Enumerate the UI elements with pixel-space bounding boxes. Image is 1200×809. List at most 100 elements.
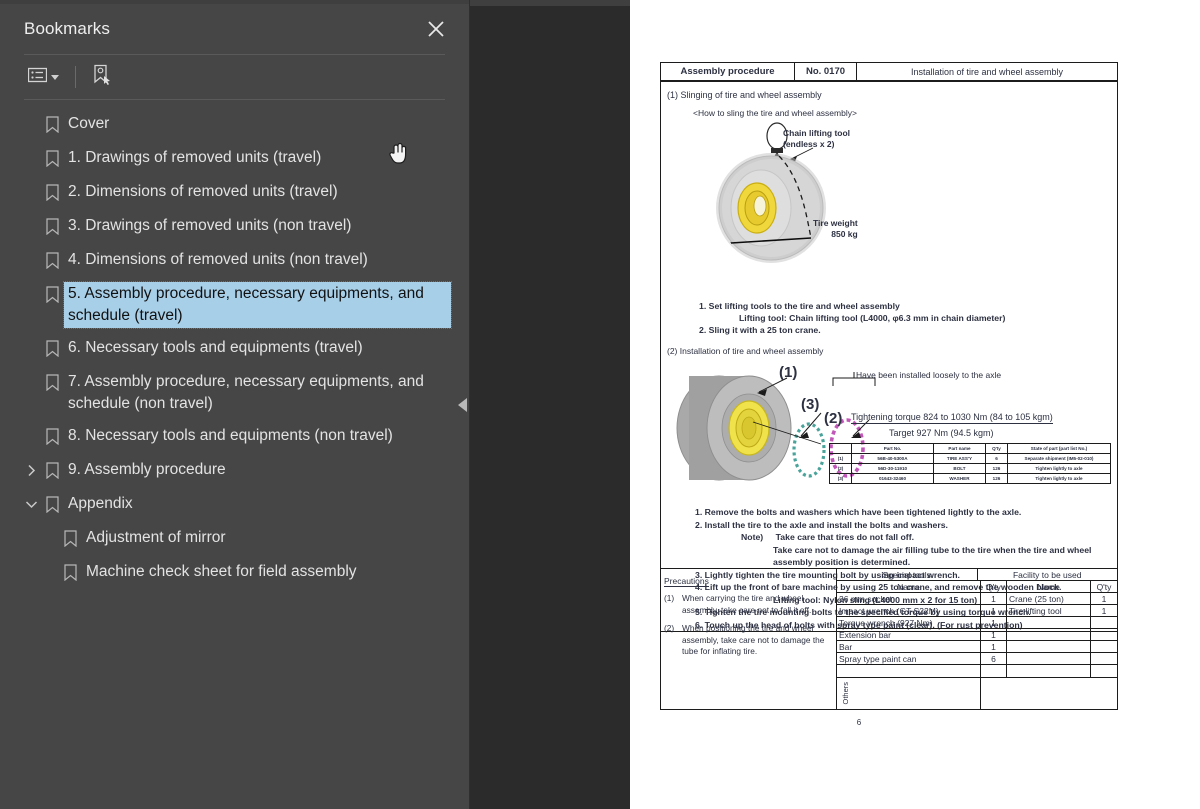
bookmark-label: Machine check sheet for field assembly	[86, 563, 357, 580]
twisty-placeholder	[22, 146, 40, 170]
note-label: Note)	[741, 532, 764, 542]
bookmark-label: 4. Dimensions of removed units (non trav…	[68, 251, 368, 268]
tool-name: Extension bar	[837, 629, 981, 640]
others-label: Others	[841, 682, 850, 705]
bookmark-icon	[40, 248, 64, 272]
parts-cell: 01643-32460	[851, 473, 934, 484]
tools-group-headers: Special tools Facility to be used	[837, 569, 1117, 581]
section-1-title: (1) Slinging of tire and wheel assembly	[667, 90, 822, 100]
facility-name: Tire lifting tool	[1007, 605, 1091, 616]
twisty-placeholder	[22, 370, 40, 394]
bookmark-item[interactable]: 7. Assembly procedure, necessary equipme…	[0, 366, 469, 420]
facility-name: Crane (25 ton)	[1007, 593, 1091, 604]
chevron-down-icon	[51, 74, 59, 80]
parts-cell: (1)	[829, 453, 852, 464]
new-bookmark-button[interactable]	[88, 61, 116, 94]
note-text-3: assembly position is determined.	[773, 557, 911, 567]
facility-name	[1007, 641, 1091, 652]
bookmark-label: Adjustment of mirror	[86, 529, 226, 546]
table-row: Impact wrench (GT-S22M) 1 Tire lifting t…	[837, 605, 1117, 617]
bookmark-item[interactable]: Cover	[0, 108, 469, 142]
bookmark-item[interactable]: 8. Necessary tools and equipments (non t…	[0, 420, 469, 454]
document-header-table: Assembly procedure No. 0170 Installation…	[660, 62, 1118, 82]
bookmark-icon	[40, 282, 64, 306]
facility-qty	[1091, 629, 1117, 640]
bookmark-icon	[40, 370, 64, 394]
bookmark-icon	[40, 112, 64, 136]
tool-qty: 1	[981, 641, 1007, 652]
header-cell-number: No. 0170	[795, 63, 857, 80]
precaution-number: (2)	[664, 623, 675, 633]
bookmark-item[interactable]: Appendix	[0, 488, 469, 522]
tool-name	[837, 665, 981, 677]
torque-target: Target 927 Nm (94.5 kgm)	[889, 428, 994, 438]
bookmark-item[interactable]: 1. Drawings of removed units (travel)	[0, 142, 469, 176]
bookmark-label: 1. Drawings of removed units (travel)	[68, 149, 322, 166]
header-cell-assembly-procedure: Assembly procedure	[661, 63, 795, 80]
parts-cell: (3)	[829, 473, 852, 484]
section-2-title: (2) Installation of tire and wheel assem…	[667, 346, 824, 356]
facility-qty	[1091, 641, 1117, 652]
note-text-1: Take care that tires do not fall off.	[775, 532, 915, 542]
others-row: Others	[837, 677, 1117, 709]
pdf-viewer[interactable]: Assembly procedure No. 0170 Installation…	[470, 0, 1200, 809]
list-options-button[interactable]	[24, 64, 63, 91]
bookmark-label: 9. Assembly procedure	[68, 461, 226, 478]
parts-table: Part No. Part name Q'ty State of part (p…	[829, 443, 1111, 484]
expand-collapsed-icon[interactable]	[22, 458, 40, 482]
tools-facility-section: Special tools Facility to be used Name Q…	[837, 569, 1117, 709]
twisty-placeholder	[22, 424, 40, 448]
twisty-placeholder	[22, 180, 40, 204]
tool-qty: 6	[981, 653, 1007, 664]
document-content: Assembly procedure No. 0170 Installation…	[660, 62, 1118, 632]
parts-cell: 126	[985, 473, 1008, 484]
twisty-placeholder	[40, 526, 58, 550]
precautions-section: Precautions (1) When carrying the tire a…	[661, 569, 837, 709]
bookmark-item[interactable]: 3. Drawings of removed units (non travel…	[0, 210, 469, 244]
bookmark-item[interactable]: Adjustment of mirror	[0, 522, 469, 556]
table-row: Extension bar 1	[837, 629, 1117, 641]
bookmark-icon	[40, 336, 64, 360]
step-1: 1. Remove the bolts and washers which ha…	[695, 507, 1022, 517]
parts-cell: BOLT	[933, 463, 986, 474]
bookmark-item[interactable]: 4. Dimensions of removed units (non trav…	[0, 244, 469, 278]
table-row: 36 mm socket 1 Crane (25 ton) 1	[837, 593, 1117, 605]
precautions-heading: Precautions	[664, 576, 709, 587]
bookmarks-toolbar	[0, 55, 469, 99]
twisty-placeholder	[22, 248, 40, 272]
precaution-number: (1)	[664, 593, 675, 603]
step-2: 2. Install the tire to the axle and inst…	[695, 519, 948, 530]
parts-cell: Tighten lightly to axle	[1007, 473, 1111, 484]
collapse-expanded-icon[interactable]	[22, 492, 40, 516]
parts-cell: 126	[985, 463, 1008, 474]
table-row: Spray type paint can 6	[837, 653, 1117, 665]
tool-name: Spray type paint can	[837, 653, 981, 664]
bookmark-icon	[40, 424, 64, 448]
note-text-2: Take care not to damage the air filling …	[773, 544, 1092, 555]
bookmark-icon	[58, 560, 82, 584]
bookmark-icon	[40, 458, 64, 482]
twisty-placeholder	[22, 112, 40, 136]
special-tools-qty-header: Q'ty	[981, 581, 1007, 592]
precaution-item: (1) When carrying the tire and wheel ass…	[664, 593, 833, 616]
tools-column-headers: Name Q'ty Name Q'ty	[837, 581, 1117, 593]
tools-rows: 36 mm socket 1 Crane (25 ton) 1 Impact w…	[837, 593, 1117, 677]
pdf-page: Assembly procedure No. 0170 Installation…	[630, 0, 1200, 809]
tool-qty: 1	[981, 593, 1007, 604]
tool-name: Bar	[837, 641, 981, 652]
facility-name	[1007, 617, 1091, 628]
twisty-placeholder	[22, 282, 40, 306]
bookmark-item[interactable]: 9. Assembly procedure	[0, 454, 469, 488]
precaution-item: (2) When positioning the tire and wheel …	[664, 623, 833, 658]
close-icon[interactable]	[423, 16, 449, 42]
bookmark-label: 3. Drawings of removed units (non travel…	[68, 217, 352, 234]
bookmark-item[interactable]: 2. Dimensions of removed units (travel)	[0, 176, 469, 210]
section-1-subtitle: <How to sling the tire and wheel assembl…	[693, 108, 857, 118]
table-row: (2) 56D-30-11910 BOLT 126 Tighten lightl…	[829, 463, 1111, 474]
panel-collapse-handle[interactable]	[454, 383, 470, 427]
bookmark-item[interactable]: Machine check sheet for field assembly	[0, 556, 469, 590]
parts-cell: (2)	[829, 463, 852, 474]
bookmark-item[interactable]: 6. Necessary tools and equipments (trave…	[0, 332, 469, 366]
bookmark-item-selected[interactable]: 5. Assembly procedure, necessary equipme…	[0, 278, 469, 332]
special-tools-name-header: Name	[837, 581, 981, 592]
